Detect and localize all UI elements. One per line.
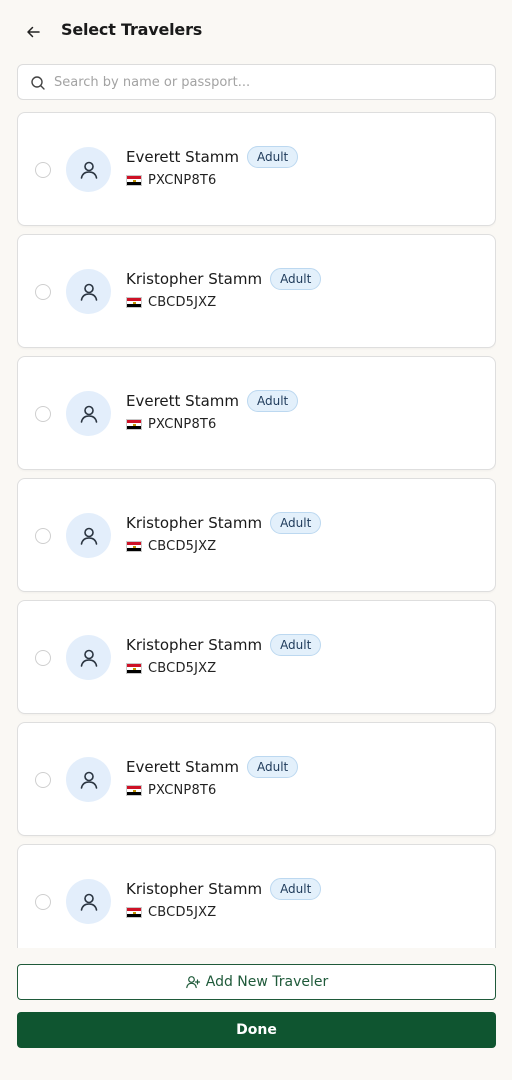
passport-number: PXCNP8T6: [148, 173, 217, 188]
traveler-name-row: Everett Stamm Adult: [126, 146, 299, 168]
traveler-card[interactable]: Everett Stamm Adult PXCNP8T6: [17, 112, 496, 226]
egypt-flag-icon: [126, 907, 142, 918]
search-input[interactable]: [54, 65, 484, 99]
traveler-list: Everett Stamm Adult PXCNP8T6 Kristopher …: [17, 112, 496, 948]
egypt-flag-icon: [126, 419, 142, 430]
user-icon: [80, 161, 97, 179]
search-bar[interactable]: [17, 64, 496, 100]
passport-number: CBCD5JXZ: [148, 661, 217, 676]
traveler-select-radio[interactable]: [35, 772, 51, 788]
add-new-traveler-button[interactable]: Add New Traveler: [17, 964, 496, 1000]
traveler-card[interactable]: Kristopher Stamm Adult CBCD5JXZ: [17, 844, 496, 948]
traveler-name-row: Kristopher Stamm Adult: [126, 512, 322, 534]
traveler-name-row: Everett Stamm Adult: [126, 390, 299, 412]
header: Select Travelers: [0, 0, 512, 64]
avatar: [66, 269, 111, 314]
add-new-traveler-label: Add New Traveler: [205, 974, 329, 990]
passport-row: PXCNP8T6: [126, 173, 217, 188]
traveler-select-radio[interactable]: [35, 284, 51, 300]
passport-number: PXCNP8T6: [148, 783, 217, 798]
avatar: [66, 879, 111, 924]
passport-row: CBCD5JXZ: [126, 661, 216, 676]
avatar: [66, 513, 111, 558]
traveler-name: Everett Stamm: [126, 148, 239, 166]
traveler-name: Kristopher Stamm: [126, 270, 263, 288]
traveler-select-radio[interactable]: [35, 894, 51, 910]
traveler-name: Kristopher Stamm: [126, 636, 263, 654]
traveler-name: Everett Stamm: [126, 392, 239, 410]
passport-row: CBCD5JXZ: [126, 539, 216, 554]
traveler-name-row: Kristopher Stamm Adult: [126, 878, 322, 900]
passport-number: CBCD5JXZ: [148, 295, 217, 310]
done-button[interactable]: Done: [17, 1012, 496, 1048]
traveler-card[interactable]: Everett Stamm Adult PXCNP8T6: [17, 722, 496, 836]
traveler-card[interactable]: Kristopher Stamm Adult CBCD5JXZ: [17, 478, 496, 592]
user-plus-icon: [185, 976, 200, 989]
search-icon: [31, 76, 45, 90]
user-icon: [80, 893, 97, 911]
passport-number: PXCNP8T6: [148, 417, 217, 432]
egypt-flag-icon: [126, 175, 142, 186]
egypt-flag-icon: [126, 297, 142, 308]
passport-row: CBCD5JXZ: [126, 905, 216, 920]
traveler-card[interactable]: Kristopher Stamm Adult CBCD5JXZ: [17, 234, 496, 348]
passport-row: PXCNP8T6: [126, 417, 217, 432]
traveler-name: Kristopher Stamm: [126, 514, 263, 532]
done-label: Done: [236, 1022, 277, 1038]
traveler-name: Everett Stamm: [126, 758, 239, 776]
traveler-type-badge: Adult: [270, 268, 322, 290]
traveler-select-radio[interactable]: [35, 406, 51, 422]
egypt-flag-icon: [126, 541, 142, 552]
traveler-name-row: Everett Stamm Adult: [126, 756, 299, 778]
traveler-type-badge: Adult: [270, 878, 322, 900]
page-title: Select Travelers: [61, 20, 203, 39]
traveler-type-badge: Adult: [247, 756, 299, 778]
avatar: [66, 635, 111, 680]
avatar: [66, 147, 111, 192]
egypt-flag-icon: [126, 663, 142, 674]
user-icon: [80, 649, 97, 667]
avatar: [66, 757, 111, 802]
traveler-type-badge: Adult: [270, 634, 322, 656]
traveler-card[interactable]: Everett Stamm Adult PXCNP8T6: [17, 356, 496, 470]
passport-row: PXCNP8T6: [126, 783, 217, 798]
traveler-type-badge: Adult: [247, 390, 299, 412]
traveler-select-radio[interactable]: [35, 162, 51, 178]
traveler-name-row: Kristopher Stamm Adult: [126, 634, 322, 656]
traveler-type-badge: Adult: [270, 512, 322, 534]
passport-number: CBCD5JXZ: [148, 539, 217, 554]
traveler-name: Kristopher Stamm: [126, 880, 263, 898]
user-icon: [80, 405, 97, 423]
user-icon: [80, 283, 97, 301]
traveler-select-radio[interactable]: [35, 650, 51, 666]
arrow-left-icon[interactable]: [25, 24, 41, 40]
avatar: [66, 391, 111, 436]
traveler-type-badge: Adult: [247, 146, 299, 168]
egypt-flag-icon: [126, 785, 142, 796]
passport-number: CBCD5JXZ: [148, 905, 217, 920]
user-icon: [80, 771, 97, 789]
user-icon: [80, 527, 97, 545]
traveler-name-row: Kristopher Stamm Adult: [126, 268, 322, 290]
back-button[interactable]: [22, 21, 44, 43]
traveler-select-radio[interactable]: [35, 528, 51, 544]
traveler-card[interactable]: Kristopher Stamm Adult CBCD5JXZ: [17, 600, 496, 714]
app: Select Travelers Everett Stamm Adult PXC…: [0, 0, 512, 1080]
passport-row: CBCD5JXZ: [126, 295, 216, 310]
